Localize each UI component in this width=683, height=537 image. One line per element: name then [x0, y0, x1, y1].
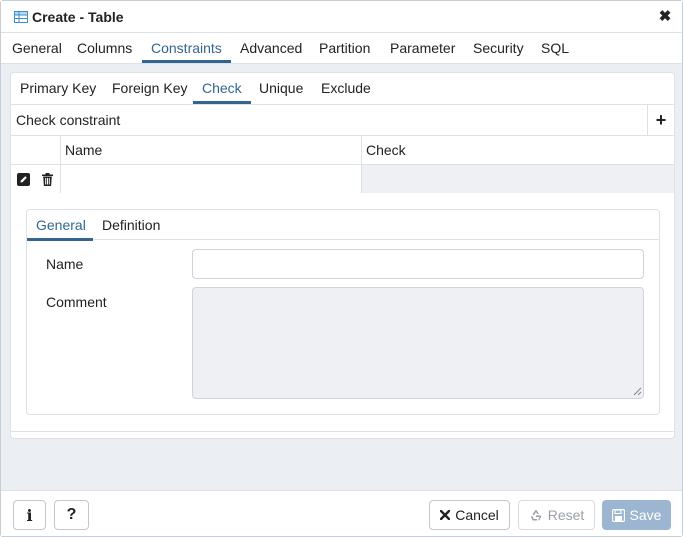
tab-unique[interactable]: Unique: [259, 80, 303, 96]
constraints-panel: Primary Key Foreign Key Check Unique Exc…: [10, 72, 675, 439]
column-header-name: Name: [60, 136, 362, 165]
table-row: [11, 165, 674, 193]
resize-grip-icon[interactable]: [633, 387, 642, 396]
row-check-cell: [362, 165, 674, 193]
tab-advanced[interactable]: Advanced: [240, 40, 302, 56]
tab-detail-definition[interactable]: Definition: [102, 217, 160, 233]
section-title: Check constraint: [16, 112, 121, 128]
edit-icon: [16, 172, 30, 186]
help-button[interactable]: ?: [54, 500, 89, 530]
comment-textarea[interactable]: [192, 287, 644, 399]
tab-security[interactable]: Security: [473, 40, 524, 56]
info-button[interactable]: i: [13, 500, 46, 530]
info-icon: i: [26, 505, 33, 525]
grid-header: Name Check: [11, 136, 674, 165]
save-icon: [611, 508, 625, 522]
tab-detail-general[interactable]: General: [36, 217, 86, 233]
recycle-icon: [530, 509, 542, 521]
tab-partition[interactable]: Partition: [319, 40, 370, 56]
tab-check[interactable]: Check: [202, 80, 242, 96]
edit-row-button[interactable]: [11, 165, 35, 193]
delete-row-button[interactable]: [35, 165, 60, 193]
tab-sql[interactable]: SQL: [541, 40, 569, 56]
add-row-button[interactable]: +: [647, 105, 674, 135]
active-subtab-indicator: [193, 101, 251, 104]
check-constraint-header: Check constraint +: [11, 105, 674, 136]
dialog-title: Create - Table: [32, 9, 124, 25]
comment-label: Comment: [46, 294, 107, 310]
tab-constraints[interactable]: Constraints: [151, 40, 222, 56]
cancel-label: Cancel: [455, 507, 499, 523]
name-input[interactable]: [192, 249, 644, 279]
trash-icon: [42, 172, 53, 186]
tab-columns[interactable]: Columns: [77, 40, 132, 56]
tab-primary-key[interactable]: Primary Key: [20, 80, 96, 96]
constraint-tabs: Primary Key Foreign Key Check Unique Exc…: [11, 73, 674, 105]
dialog-titlebar[interactable]: Create - Table ✖: [1, 1, 682, 33]
row-name-cell[interactable]: [60, 165, 362, 193]
help-icon: ?: [66, 506, 77, 523]
column-header-check: Check: [366, 142, 406, 158]
name-label: Name: [46, 256, 84, 272]
save-button[interactable]: Save: [602, 500, 671, 530]
main-tabs: General Columns Constraints Advanced Par…: [1, 33, 682, 64]
create-table-dialog: Create - Table ✖ General Columns Constra…: [0, 0, 683, 537]
reset-button[interactable]: Reset: [518, 500, 595, 530]
panel-divider: [11, 431, 674, 432]
tab-general[interactable]: General: [12, 40, 62, 56]
tab-parameter[interactable]: Parameter: [390, 40, 455, 56]
tab-exclude[interactable]: Exclude: [321, 80, 371, 96]
table-icon: [14, 11, 28, 23]
active-detail-tab-indicator: [27, 238, 93, 241]
reset-label: Reset: [547, 507, 585, 523]
close-icon: [440, 510, 451, 520]
save-label: Save: [629, 507, 662, 523]
cancel-button[interactable]: Cancel: [429, 500, 510, 530]
active-tab-indicator: [142, 60, 231, 63]
tab-foreign-key[interactable]: Foreign Key: [112, 80, 187, 96]
dialog-footer: i ? Cancel Reset Save: [1, 490, 682, 536]
constraint-detail-panel: General Definition Name Comment: [26, 209, 660, 415]
detail-tabs: General Definition: [27, 210, 659, 241]
close-icon[interactable]: ✖: [656, 8, 674, 26]
